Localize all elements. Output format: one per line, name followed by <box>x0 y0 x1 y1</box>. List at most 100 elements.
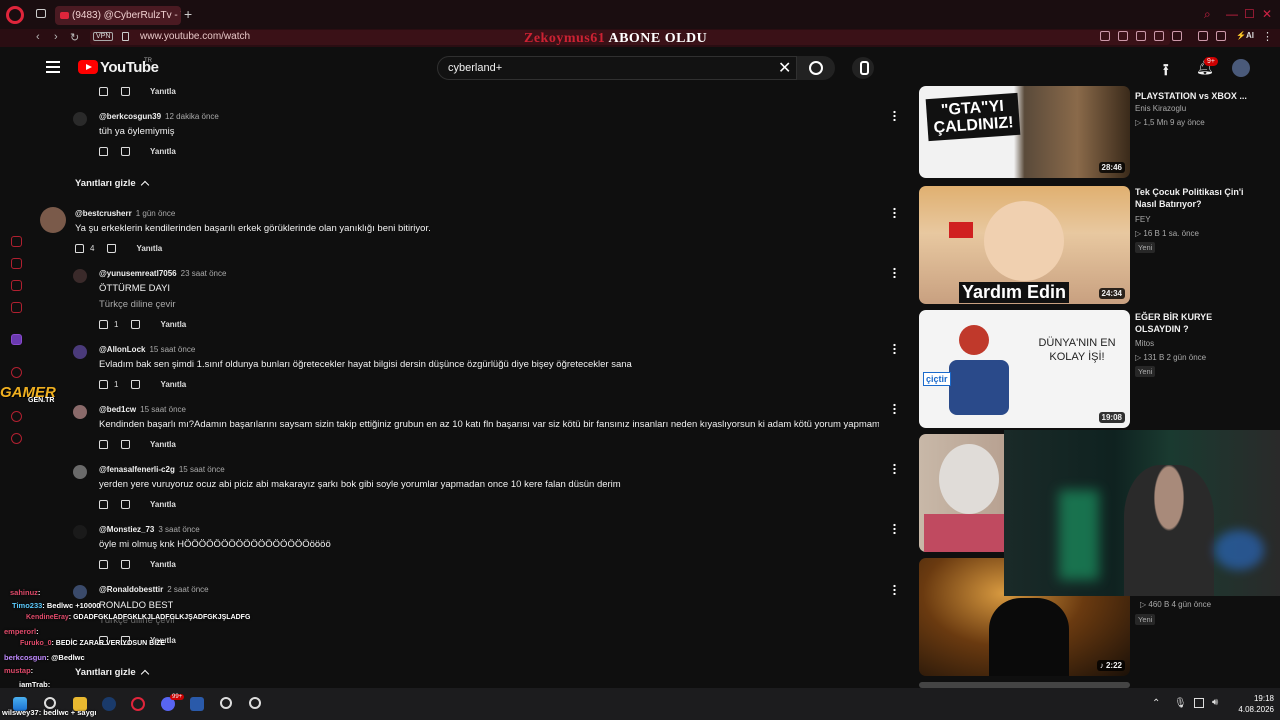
like-icon[interactable] <box>99 87 108 96</box>
commenter-avatar[interactable] <box>73 405 87 419</box>
reply-button[interactable]: Yanıtla <box>150 440 176 449</box>
bookmark-icon[interactable] <box>1100 31 1110 41</box>
new-tab-button[interactable]: + <box>184 6 192 22</box>
comment-time[interactable]: 2 saat önce <box>167 585 208 594</box>
like-icon[interactable] <box>99 320 108 329</box>
browser-tab-active[interactable]: (9483) @CyberRulzTv - YE <box>55 6 181 25</box>
snapshot-icon[interactable] <box>1118 31 1128 41</box>
reply-button[interactable]: Yanıtla <box>150 147 176 156</box>
comment-author[interactable]: @berkcosgun39 <box>99 112 161 121</box>
comment-author[interactable]: @Ronaldobesttir <box>99 585 163 594</box>
comment-time[interactable]: 15 saat önce <box>149 345 195 354</box>
shield-icon[interactable] <box>1136 31 1146 41</box>
microphone-icon[interactable]: 🎙︎ <box>1174 698 1187 709</box>
like-icon[interactable] <box>75 244 84 253</box>
upload-icon[interactable]: ⭱ <box>1163 59 1169 86</box>
browser-menu-icon[interactable]: ⋮ <box>1262 30 1273 43</box>
dislike-icon[interactable] <box>121 147 130 156</box>
like-icon[interactable] <box>99 440 108 449</box>
reply-button[interactable]: Yanıtla <box>136 244 162 253</box>
dislike-icon[interactable] <box>107 244 117 253</box>
commenter-avatar[interactable] <box>73 345 87 359</box>
download-icon[interactable] <box>1216 31 1226 41</box>
account-avatar[interactable] <box>1232 59 1250 77</box>
comment-time[interactable]: 3 saat önce <box>158 525 199 534</box>
comment-time[interactable]: 15 saat önce <box>140 405 186 414</box>
comment-more-icon[interactable] <box>893 403 896 414</box>
reply-button[interactable]: Yanıtla <box>150 87 176 96</box>
comment-author[interactable]: @yunusemreatl7056 <box>99 269 177 278</box>
tray-overflow-icon[interactable]: ⌃ <box>1152 698 1160 709</box>
comment-more-icon[interactable] <box>893 343 896 354</box>
menu-icon[interactable] <box>46 61 60 73</box>
video-thumbnail[interactable]: çiçtir DÜNYA'NIN EN KOLAY İŞİ! 19:08 <box>919 310 1130 428</box>
reply-button[interactable]: Yanıtla <box>150 500 176 509</box>
minimize-icon[interactable]: — <box>1226 7 1238 21</box>
system-clock[interactable]: 19:18 4.08.2026 <box>1232 693 1274 715</box>
comment-more-icon[interactable] <box>893 267 896 278</box>
comment-time[interactable]: 15 saat önce <box>179 465 225 474</box>
display-icon[interactable] <box>1194 698 1204 708</box>
back-icon[interactable]: ‹ <box>36 31 40 43</box>
reply-button[interactable]: Yanıtla <box>160 380 186 389</box>
dislike-icon[interactable] <box>131 320 141 329</box>
translate-link[interactable]: Türkçe diline çevir <box>99 299 176 310</box>
video-thumbnail[interactable]: Yardım Edin 24:34 <box>919 186 1130 304</box>
comment-time[interactable]: 23 saat önce <box>181 269 227 278</box>
play-icon[interactable] <box>1154 31 1164 41</box>
reply-button[interactable]: Yanıtla <box>160 320 186 329</box>
lock-icon[interactable] <box>122 32 129 41</box>
reply-button[interactable]: Yanıtla <box>150 560 176 569</box>
steam-icon[interactable] <box>102 697 116 711</box>
comment-author[interactable]: @fenasalfenerli-c2g <box>99 465 175 474</box>
dislike-icon[interactable] <box>121 87 130 96</box>
dislike-icon[interactable] <box>131 380 141 389</box>
commenter-avatar[interactable] <box>73 112 87 126</box>
video-title[interactable]: PLAYSTATION vs XBOX ... <box>1135 90 1260 102</box>
like-icon[interactable] <box>99 500 108 509</box>
channel-name[interactable]: FEY <box>1135 215 1151 224</box>
comment-more-icon[interactable] <box>893 110 896 121</box>
dislike-icon[interactable] <box>121 440 130 449</box>
volume-icon[interactable]: 🔊︎ <box>1212 697 1218 708</box>
channel-name[interactable]: Enis Kirazoglu <box>1135 104 1186 113</box>
dislike-icon[interactable] <box>121 560 130 569</box>
vpn-badge[interactable]: VPN <box>93 32 114 41</box>
video-thumbnail[interactable]: "GTA"YI ÇALDINIZ! 28:46 <box>919 86 1130 178</box>
hide-replies-button[interactable]: Yanıtları gizle <box>75 667 149 679</box>
like-icon[interactable] <box>99 560 108 569</box>
video-title[interactable]: EĞER BİR KURYE OLSAYDIN ? <box>1135 311 1260 335</box>
search-tabs-icon[interactable]: ⌕ <box>1204 7 1211 22</box>
reload-icon[interactable]: ↻ <box>70 31 79 44</box>
dislike-icon[interactable] <box>121 500 130 509</box>
like-icon[interactable] <box>99 147 108 156</box>
comment-author[interactable]: @bed1cw <box>99 405 136 414</box>
comment-more-icon[interactable] <box>893 207 896 218</box>
settings-gear-icon[interactable] <box>220 697 232 709</box>
close-window-icon[interactable]: ✕ <box>1262 7 1272 21</box>
comment-author[interactable]: @bestcrusherr <box>75 209 132 218</box>
comment-more-icon[interactable] <box>893 523 896 534</box>
comment-author[interactable]: @Monstiez_73 <box>99 525 154 534</box>
app-window-icon[interactable] <box>190 697 204 711</box>
channel-name[interactable]: Mitos <box>1135 339 1154 348</box>
voice-search-icon[interactable] <box>852 57 874 79</box>
account-icon[interactable] <box>1198 31 1208 41</box>
comment-more-icon[interactable] <box>893 463 896 474</box>
search-button[interactable] <box>797 56 835 80</box>
url-text[interactable]: www.youtube.com/watch <box>140 31 250 42</box>
opera-logo-icon[interactable] <box>6 6 24 24</box>
tab-manager-icon[interactable] <box>36 9 46 18</box>
comment-time[interactable]: 12 dakika önce <box>165 112 219 121</box>
opera-taskbar-icon[interactable] <box>131 697 145 711</box>
obs-icon[interactable] <box>249 697 261 709</box>
youtube-logo-icon[interactable] <box>78 60 98 74</box>
like-icon[interactable] <box>99 380 108 389</box>
forward-icon[interactable]: › <box>54 31 58 43</box>
video-title[interactable]: Tek Çocuk Politikası Çin'i Nasıl Batırıy… <box>1135 186 1260 210</box>
maximize-icon[interactable]: ☐ <box>1244 7 1255 21</box>
comment-author[interactable]: @AllonLock <box>99 345 145 354</box>
commenter-avatar[interactable] <box>73 269 87 283</box>
commenter-avatar[interactable] <box>73 525 87 539</box>
hide-replies-button[interactable]: Yanıtları gizle <box>75 178 149 190</box>
